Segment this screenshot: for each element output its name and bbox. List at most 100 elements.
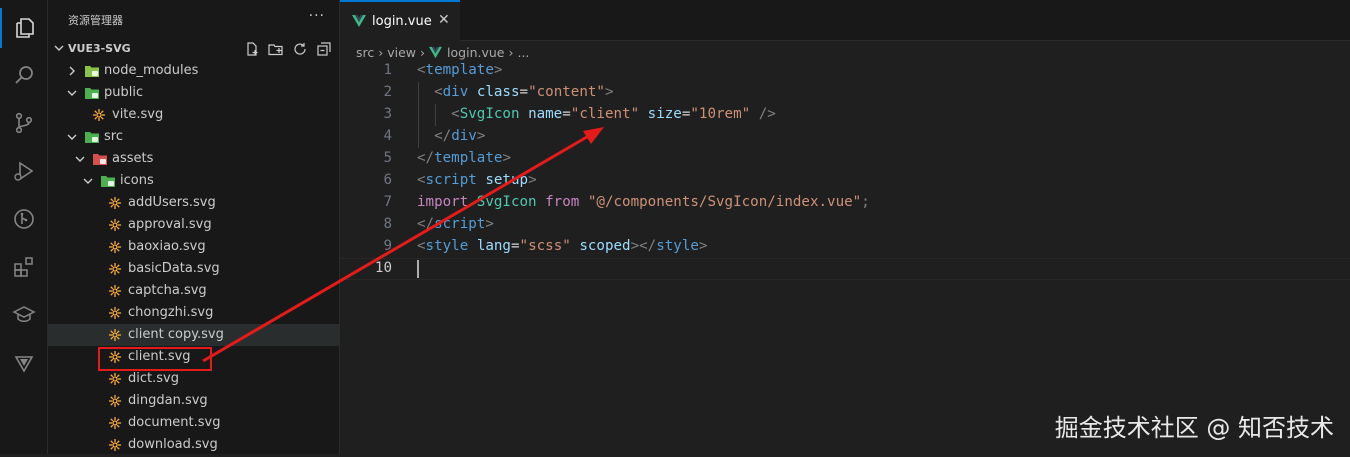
- line-number: 2: [383, 84, 392, 100]
- collapse-all-icon[interactable]: [316, 41, 332, 57]
- tree-item[interactable]: approval.svg: [48, 214, 340, 236]
- svg-file-icon: [108, 262, 122, 276]
- tree-item[interactable]: chongzhi.svg: [48, 302, 340, 324]
- tree-item-label: assets: [112, 151, 154, 166]
- code-token: =: [510, 238, 520, 254]
- tree-item-label: document.svg: [128, 415, 221, 430]
- tree-item[interactable]: addUsers.svg: [48, 192, 340, 214]
- tree-item-label: approval.svg: [128, 217, 212, 232]
- tree-item[interactable]: src: [48, 126, 340, 148]
- svg-file-icon: [108, 284, 122, 298]
- code-token: >: [698, 238, 708, 254]
- tree-item[interactable]: public: [48, 82, 340, 104]
- explorer-sidebar: 资源管理器 ··· VUE3-SVG node_modules public vit…: [48, 0, 340, 454]
- public-folder-icon: [84, 86, 99, 100]
- project-header[interactable]: VUE3-SVG: [48, 38, 340, 60]
- icons-folder-icon: [100, 174, 115, 188]
- chevron-down-icon[interactable]: [74, 153, 86, 165]
- tree-item-label: icons: [120, 173, 154, 188]
- code-line: <script setup>: [417, 172, 537, 188]
- code-token: style: [425, 238, 469, 254]
- code-token: =: [562, 106, 571, 122]
- tree-item-label: dingdan.svg: [128, 393, 208, 408]
- tab-bar: login.vue ✕: [340, 0, 1350, 41]
- chevron-down-icon[interactable]: [82, 175, 94, 187]
- svg-file-icon: [108, 438, 122, 452]
- tab-login-vue[interactable]: login.vue ✕: [340, 0, 460, 41]
- code-token: <: [417, 238, 426, 254]
- graduation-cap-icon[interactable]: [0, 295, 48, 335]
- explorer-icon[interactable]: [0, 8, 48, 48]
- code-line: </div>: [417, 128, 485, 144]
- code-token: <: [451, 106, 460, 122]
- tree-item-label: public: [104, 85, 144, 100]
- tree-item-label: addUsers.svg: [128, 195, 216, 210]
- src-folder-icon: [84, 130, 99, 144]
- code-token: >: [604, 84, 614, 100]
- tree-item[interactable]: baoxiao.svg: [48, 236, 340, 258]
- tree-item[interactable]: download.svg: [48, 434, 340, 456]
- code-token: >: [493, 62, 503, 78]
- tree-item-label: captcha.svg: [128, 283, 207, 298]
- source-control-icon[interactable]: [0, 103, 48, 143]
- run-debug-icon[interactable]: [0, 151, 48, 191]
- tree-item[interactable]: icons: [48, 170, 340, 192]
- extensions-icon[interactable]: [0, 247, 48, 287]
- code-token: ></: [630, 238, 657, 254]
- current-line-highlight: [340, 258, 1350, 280]
- chevron-right-icon: ›: [378, 44, 384, 60]
- refresh-icon[interactable]: [292, 41, 308, 57]
- breadcrumb-view[interactable]: view: [387, 45, 416, 60]
- new-file-icon[interactable]: [244, 41, 260, 57]
- tree-item[interactable]: assets: [48, 148, 340, 170]
- breadcrumb-more[interactable]: ...: [517, 45, 529, 60]
- svg-file-icon: [92, 108, 106, 122]
- chevron-right-icon[interactable]: [66, 65, 78, 77]
- line-number: 1: [383, 62, 392, 78]
- project-name: VUE3-SVG: [68, 42, 131, 55]
- git-graph-icon[interactable]: [0, 199, 48, 239]
- vitest-icon[interactable]: [0, 343, 48, 383]
- breadcrumb-src[interactable]: src: [356, 45, 374, 60]
- code-token: scoped: [579, 238, 631, 254]
- line-number: 10: [374, 260, 392, 276]
- code-line: </script>: [417, 216, 494, 232]
- chevron-down-icon[interactable]: [66, 87, 78, 99]
- tree-item[interactable]: client copy.svg: [48, 324, 340, 346]
- tree-item-label: baoxiao.svg: [128, 239, 206, 254]
- tree-item[interactable]: dict.svg: [48, 368, 340, 390]
- tree-item[interactable]: document.svg: [48, 412, 340, 434]
- code-token: setup: [485, 172, 529, 188]
- tree-item[interactable]: node_modules: [48, 60, 340, 82]
- code-token: </: [417, 216, 435, 232]
- tree-item[interactable]: vite.svg: [48, 104, 340, 126]
- line-number: 9: [383, 238, 392, 254]
- code-token: SvgIcon: [476, 194, 537, 210]
- code-token: lang: [476, 238, 511, 254]
- more-actions-icon[interactable]: ···: [309, 8, 325, 24]
- tree-item-label: chongzhi.svg: [128, 305, 214, 320]
- new-folder-icon[interactable]: [268, 41, 284, 57]
- code-editor[interactable]: 1 2 3 4 5 6 7 8 9 10 <template> <div class="conte…: [340, 60, 1350, 454]
- chevron-right-icon: ›: [508, 44, 514, 60]
- tree-item[interactable]: dingdan.svg: [48, 390, 340, 412]
- close-icon[interactable]: ✕: [438, 12, 450, 28]
- text-cursor: [417, 260, 419, 278]
- tree-item-label: src: [104, 129, 123, 144]
- chevron-down-icon[interactable]: [66, 131, 78, 143]
- code-token: "client": [570, 106, 640, 122]
- line-number: 4: [383, 128, 392, 144]
- code-token: </: [417, 150, 435, 166]
- code-token: "content": [528, 84, 605, 100]
- node-modules-folder-icon: [84, 64, 99, 78]
- search-icon[interactable]: [0, 55, 48, 95]
- tree-item[interactable]: basicData.svg: [48, 258, 340, 280]
- tree-item[interactable]: captcha.svg: [48, 280, 340, 302]
- breadcrumb-file[interactable]: login.vue: [447, 45, 504, 60]
- code-token: <: [417, 172, 426, 188]
- explorer-actions: [244, 41, 332, 57]
